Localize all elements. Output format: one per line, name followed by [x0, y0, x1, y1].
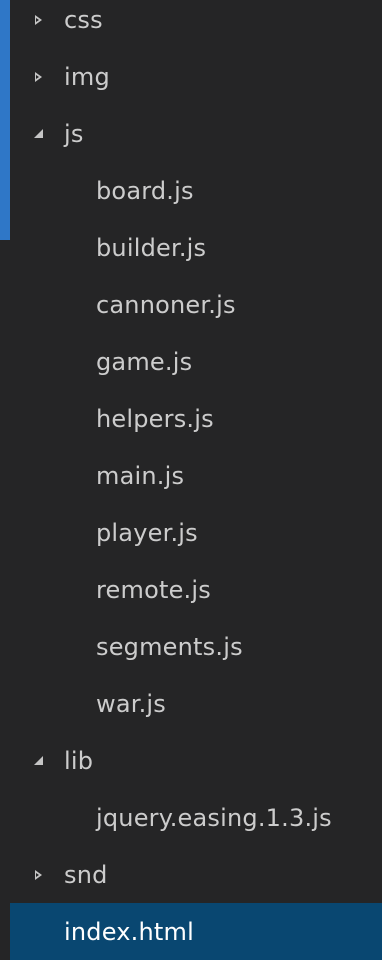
tree-item-css[interactable]: css [10, 0, 382, 48]
tree-item-label: remote.js [96, 575, 211, 604]
tree-item-remote-js[interactable]: remote.js [10, 561, 382, 618]
tree-item-label: jquery.easing.1.3.js [96, 803, 332, 832]
chevron-down-icon[interactable] [30, 105, 46, 162]
tree-item-helpers-js[interactable]: helpers.js [10, 390, 382, 447]
tree-item-board-js[interactable]: board.js [10, 162, 382, 219]
tree-item-label: war.js [96, 689, 167, 718]
tree-item-label: cannoner.js [96, 290, 236, 319]
tree-item-cannoner-js[interactable]: cannoner.js [10, 276, 382, 333]
tree-item-builder-js[interactable]: builder.js [10, 219, 382, 276]
tree-item-label: css [64, 5, 103, 34]
tree-item-label: segments.js [96, 632, 243, 661]
tree-item-game-js[interactable]: game.js [10, 333, 382, 390]
tree-item-index-html[interactable]: index.html [10, 903, 382, 960]
tree-item-img[interactable]: img [10, 48, 382, 105]
tree-item-label: js [64, 119, 84, 148]
tree-item-snd[interactable]: snd [10, 846, 382, 903]
tree-item-label: main.js [96, 461, 185, 490]
chevron-right-icon[interactable] [30, 846, 46, 903]
tree-item-label: index.html [64, 917, 194, 946]
chevron-down-icon[interactable] [30, 732, 46, 789]
tree-item-label: board.js [96, 176, 194, 205]
file-tree: css img js board.js builder.js cannoner.… [10, 0, 382, 960]
tree-item-main-js[interactable]: main.js [10, 447, 382, 504]
tree-item-label: lib [64, 746, 94, 775]
tree-item-lib[interactable]: lib [10, 732, 382, 789]
tree-item-label: builder.js [96, 233, 207, 262]
tree-item-jquery-easing[interactable]: jquery.easing.1.3.js [10, 789, 382, 846]
tree-item-label: game.js [96, 347, 193, 376]
tree-item-js[interactable]: js [10, 105, 382, 162]
tree-item-war-js[interactable]: war.js [10, 675, 382, 732]
file-explorer-panel: css img js board.js builder.js cannoner.… [10, 0, 382, 960]
chevron-right-icon[interactable] [30, 48, 46, 105]
tree-item-label: helpers.js [96, 404, 214, 433]
tree-item-label: player.js [96, 518, 198, 547]
tree-item-label: img [64, 62, 110, 91]
tree-item-player-js[interactable]: player.js [10, 504, 382, 561]
chevron-right-icon[interactable] [30, 0, 46, 48]
tree-item-label: snd [64, 860, 108, 889]
tree-item-segments-js[interactable]: segments.js [10, 618, 382, 675]
